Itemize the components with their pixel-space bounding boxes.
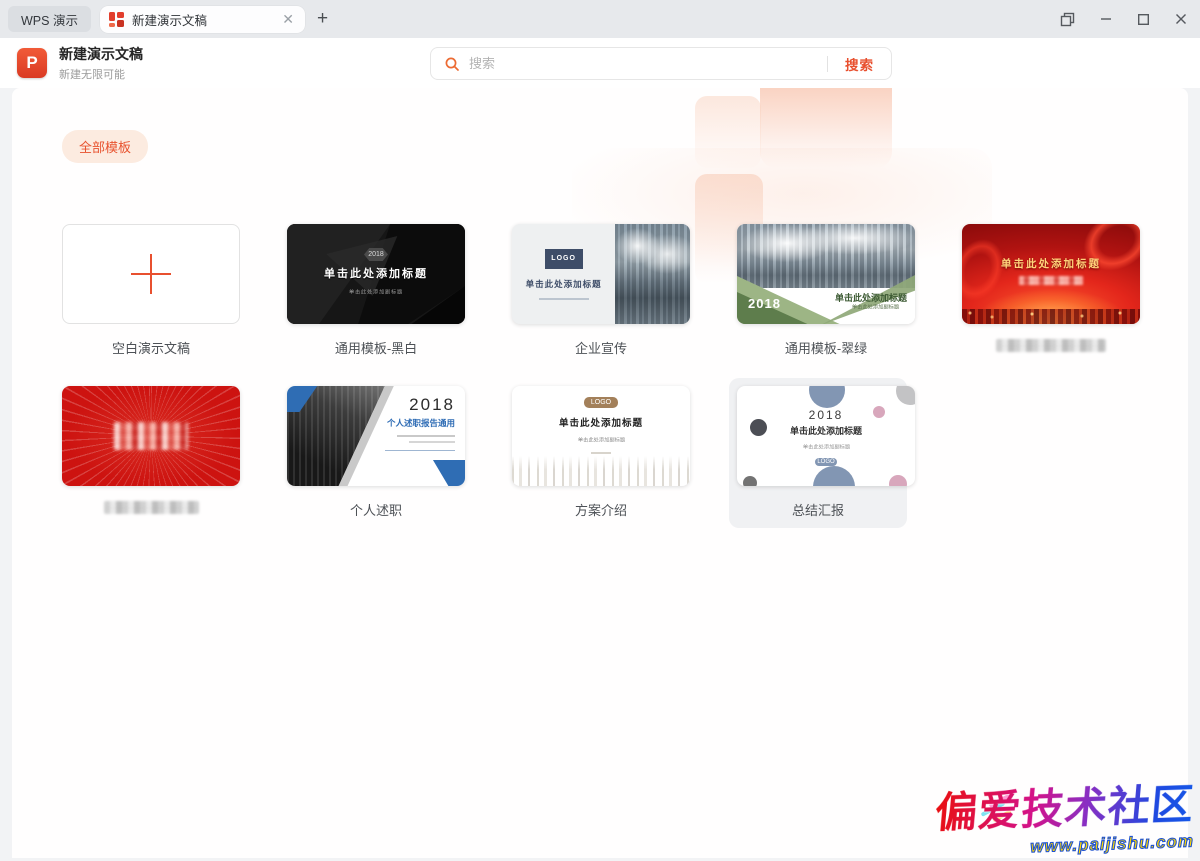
template-label: 方案介绍 [512, 500, 690, 516]
censored-subtitle [1019, 276, 1083, 285]
slide-subtitle: 单击此处添加副标题 [852, 303, 899, 311]
template-label: 企业宣传 [512, 338, 690, 354]
logo-pill: LOGO [584, 397, 618, 408]
template-grid: 空白演示文稿 2018 单击此处添加标题 单击此处添加副标题 通用模板-黑白 L… [62, 224, 1187, 516]
template-card-personal[interactable]: 2018 个人述职报告通用 个人述职 [287, 386, 465, 516]
slide-subtitle: 单击此处添加副标题 [802, 443, 849, 451]
subtitle-placeholder [409, 441, 455, 443]
summary-thumbnail[interactable]: 2018 单击此处添加标题 单击此处添加副标题 LOGO [737, 386, 915, 486]
decor-tile [760, 88, 892, 168]
document-tab[interactable]: 新建演示文稿 ✕ [100, 6, 305, 33]
template-card-black-white[interactable]: 2018 单击此处添加标题 单击此处添加副标题 通用模板-黑白 [287, 224, 465, 354]
subtitle-placeholder [539, 298, 589, 300]
header: P 新建演示文稿 新建无限可能 搜索 [0, 38, 1200, 88]
year-badge: 2018 [364, 248, 388, 261]
year-text: 2018 [385, 395, 455, 415]
template-card-corporate[interactable]: LOGO 单击此处添加标题 企业宣传 [512, 224, 690, 354]
minimize-icon[interactable] [1099, 12, 1113, 26]
search-input[interactable] [469, 56, 827, 71]
page-title: 新建演示文稿 [59, 44, 143, 64]
search-button[interactable]: 搜索 [828, 54, 891, 74]
corporate-thumbnail[interactable]: LOGO 单击此处添加标题 [512, 224, 690, 324]
slide-subtitle: 单击此处添加副标题 [349, 288, 403, 296]
presentation-app-icon: P [17, 48, 47, 78]
red-gala-thumbnail[interactable]: 单击此处添加标题 [962, 224, 1140, 324]
decor-tile [695, 96, 761, 168]
template-panel: 全部模板 空白演示文稿 2018 单击此处添加标题 单击此处添加副标题 通用模板… [12, 88, 1188, 858]
template-card-blank[interactable]: 空白演示文稿 [62, 224, 240, 354]
filter-all-templates[interactable]: 全部模板 [62, 130, 148, 163]
template-card-red-gala[interactable]: 单击此处添加标题 [962, 224, 1140, 354]
red-rays-thumbnail[interactable] [62, 386, 240, 486]
tab-close-icon[interactable]: ✕ [280, 10, 296, 28]
new-tab-button[interactable]: + [317, 8, 328, 30]
tab-title: 新建演示文稿 [132, 10, 280, 29]
dock-window-icon[interactable] [1060, 12, 1075, 27]
close-window-icon[interactable] [1174, 12, 1188, 26]
slide-title: 单击此处添加标题 [790, 424, 862, 437]
black-thumbnail[interactable]: 2018 单击此处添加标题 单击此处添加副标题 [287, 224, 465, 324]
divider-line [385, 450, 455, 451]
city-photo [615, 224, 690, 324]
plan-thumbnail[interactable]: LOGO 单击此处添加标题 单击此处添加副标题 [512, 386, 690, 486]
slide-title: 单击此处添加标题 [526, 278, 602, 290]
plus-icon [131, 254, 171, 294]
date-placeholder [591, 452, 611, 454]
template-label: 通用模板-黑白 [287, 338, 465, 354]
logo-box: LOGO [545, 249, 583, 269]
window-controls [1060, 12, 1188, 27]
slide-subtitle: 单击此处添加副标题 [577, 436, 624, 444]
template-label: 通用模板-翠绿 [737, 338, 915, 354]
template-card-green[interactable]: 2018 单击此处添加标题 单击此处添加副标题 通用模板-翠绿 [737, 224, 915, 354]
slide-title: 单击此处添加标题 [559, 415, 643, 429]
wps-logo-icon [109, 12, 124, 27]
logo-pill: LOGO [815, 458, 837, 466]
template-label: 总结汇报 [737, 500, 899, 516]
search-bar: 搜索 [430, 47, 892, 80]
page-subtitle: 新建无限可能 [59, 66, 143, 82]
template-card-red-rays[interactable] [62, 386, 240, 516]
slide-title: 个人述职报告通用 [385, 417, 455, 429]
template-card-plan[interactable]: LOGO 单击此处添加标题 单击此处添加副标题 方案介绍 [512, 386, 690, 516]
app-menu-button[interactable]: WPS 演示 [8, 6, 91, 32]
censored-template-label [996, 339, 1106, 352]
skyline-silhouette [962, 309, 1140, 324]
censored-title [114, 422, 188, 450]
slide-title: 单击此处添加标题 [962, 256, 1140, 271]
blank-thumbnail[interactable] [62, 224, 240, 324]
censored-template-label [104, 501, 199, 514]
green-thumbnail[interactable]: 2018 单击此处添加标题 单击此处添加副标题 [737, 224, 915, 324]
template-card-summary[interactable]: 2018 单击此处添加标题 单击此处添加副标题 LOGO 总结汇报 [729, 378, 907, 528]
template-label: 个人述职 [287, 500, 465, 516]
tab-strip: WPS 演示 新建演示文稿 ✕ + [0, 0, 1200, 38]
maximize-icon[interactable] [1137, 13, 1150, 26]
subtitle-placeholder [397, 435, 455, 437]
slide-title: 单击此处添加标题 [324, 265, 428, 281]
city-photo [737, 224, 915, 288]
personal-thumbnail[interactable]: 2018 个人述职报告通用 [287, 386, 465, 486]
search-icon [444, 56, 460, 72]
city-sketch [512, 456, 690, 486]
year-text: 2018 [809, 408, 844, 422]
year-text: 2018 [748, 296, 781, 311]
template-label: 空白演示文稿 [62, 338, 240, 354]
